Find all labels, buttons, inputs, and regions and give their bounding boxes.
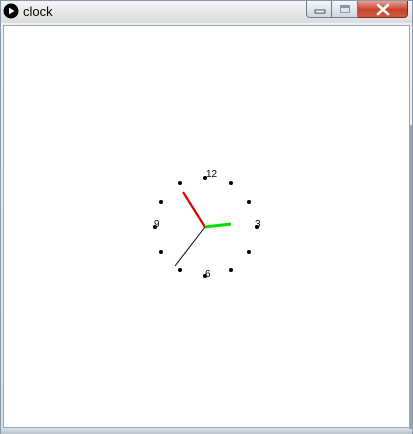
- clock-face: 12 3 6 9: [153, 169, 261, 280]
- hour-hand: [204, 222, 232, 229]
- tick-4: [247, 250, 251, 254]
- clock-number-12: 12: [206, 169, 218, 180]
- clock-number-9: 9: [154, 219, 160, 230]
- tick-8: [159, 250, 163, 254]
- second-hand: [174, 226, 206, 267]
- tick-5: [229, 268, 233, 272]
- clock-number-6: 6: [205, 269, 211, 280]
- tick-11: [178, 181, 182, 185]
- minute-hand: [182, 191, 206, 228]
- tick-7: [178, 268, 182, 272]
- tick-1: [229, 181, 233, 185]
- tick-2: [247, 200, 251, 204]
- tick-10: [159, 200, 163, 204]
- clock-number-3: 3: [255, 219, 261, 230]
- app-window: clock 12 3 6 9: [0, 0, 413, 434]
